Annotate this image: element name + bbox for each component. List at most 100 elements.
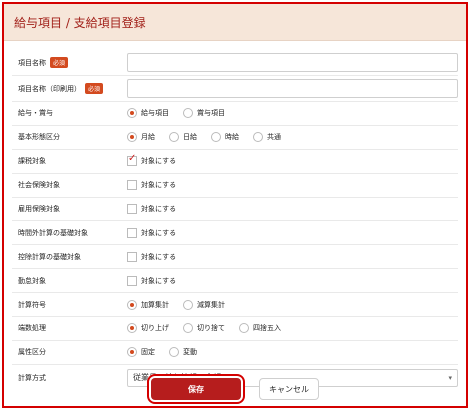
field-label-text: 基本形態区分 <box>18 133 60 142</box>
item-form: 項目名称 必須 項目名称（印刷用） 必須 給与・賞与 給与項目 賞与項目 基本形態区分 月給 日給… <box>12 50 458 391</box>
save-button[interactable]: 保存 <box>151 378 241 400</box>
radio-label: 減算集計 <box>197 300 225 309</box>
field-value: 対象にする <box>127 221 458 244</box>
radio-icon[interactable] <box>239 323 249 334</box>
radio-icon[interactable] <box>183 299 193 310</box>
radio-option[interactable]: 時給 <box>211 132 239 143</box>
radio-icon[interactable] <box>169 347 179 358</box>
field-label-text: 項目名称（印刷用） <box>18 84 81 93</box>
field-value: 月給 日給 時給 共通 <box>127 126 458 149</box>
radio-icon[interactable] <box>127 347 137 358</box>
field-label-text: 課税対象 <box>18 157 46 166</box>
checkbox-label: 対象にする <box>141 252 177 261</box>
radio-option[interactable]: 月給 <box>127 132 155 143</box>
form-row: 時間外計算の基礎対象 対象にする <box>12 220 458 244</box>
radio-icon[interactable] <box>253 132 263 143</box>
checkbox-icon[interactable] <box>127 251 137 262</box>
field-value <box>127 76 458 101</box>
form-row: 給与・賞与 給与項目 賞与項目 <box>12 101 458 125</box>
form-actions: 保存 キャンセル <box>4 378 466 400</box>
field-label: 課税対象 <box>12 150 122 173</box>
checkbox-option[interactable]: 対象にする <box>127 204 176 214</box>
radio-option[interactable]: 変動 <box>169 347 197 358</box>
radio-option[interactable]: 減算集計 <box>183 299 225 310</box>
field-label: 項目名称（印刷用） 必須 <box>12 76 122 101</box>
radio-icon[interactable] <box>127 132 137 143</box>
radio-label: 賞与項目 <box>197 109 225 118</box>
field-label-text: 控除計算の基礎対象 <box>18 252 81 261</box>
page-header: 給与項目 / 支給項目登録 <box>4 4 466 41</box>
form-row: 控除計算の基礎対象 対象にする <box>12 244 458 268</box>
checkbox-option[interactable]: 対象にする <box>127 153 176 167</box>
text-input[interactable] <box>127 79 458 98</box>
radio-option[interactable]: 四捨五入 <box>239 323 281 334</box>
field-label: 控除計算の基礎対象 <box>12 245 122 268</box>
radio-icon[interactable] <box>127 108 137 119</box>
form-row: 項目名称 必須 <box>12 50 458 75</box>
field-label-text: 時間外計算の基礎対象 <box>18 228 88 237</box>
checkbox-option[interactable]: 対象にする <box>127 251 177 262</box>
field-value: 切り上げ 切り捨て 四捨五入 <box>127 317 458 340</box>
field-label-text: 勤怠対象 <box>18 276 46 285</box>
field-label: 雇用保険対象 <box>12 198 122 221</box>
required-badge: 必須 <box>85 83 104 94</box>
field-value <box>127 50 458 75</box>
form-row: 計算符号 加算集計 減算集計 <box>12 292 458 316</box>
field-label-text: 雇用保険対象 <box>18 205 60 213</box>
required-badge: 必須 <box>50 57 69 68</box>
radio-icon[interactable] <box>169 132 179 143</box>
checkbox-option[interactable]: 対象にする <box>127 275 177 286</box>
checkbox-icon[interactable] <box>127 204 137 214</box>
radio-icon[interactable] <box>183 323 193 334</box>
radio-option[interactable]: 給与項目 <box>127 108 169 119</box>
cancel-button[interactable]: キャンセル <box>259 378 319 400</box>
field-label-text: 社会保険対象 <box>18 181 60 190</box>
form-row: 社会保険対象 対象にする <box>12 172 458 197</box>
field-value: 対象にする <box>127 174 458 197</box>
radio-label: 時給 <box>225 133 239 142</box>
form-row: 基本形態区分 月給 日給 時給 共通 <box>12 124 458 149</box>
field-value: 固定 変動 <box>127 341 458 364</box>
text-input[interactable] <box>127 53 458 72</box>
radio-icon[interactable] <box>183 108 193 119</box>
radio-label: 給与項目 <box>141 109 169 118</box>
radio-label: 共通 <box>267 133 281 142</box>
checkbox-option[interactable]: 対象にする <box>127 227 176 238</box>
radio-label: 切り捨て <box>197 324 225 333</box>
radio-option[interactable]: 日給 <box>169 132 197 143</box>
radio-option[interactable]: 加算集計 <box>127 299 169 310</box>
form-row: 端数処理 切り上げ 切り捨て 四捨五入 <box>12 316 458 340</box>
form-row: 雇用保険対象 対象にする <box>12 196 458 221</box>
checkbox-label: 対象にする <box>141 205 177 213</box>
checkbox-option[interactable]: 対象にする <box>127 180 177 191</box>
radio-option[interactable]: 賞与項目 <box>183 108 225 119</box>
radio-label: 日給 <box>183 133 197 142</box>
form-frame: 給与項目 / 支給項目登録 項目名称 必須 項目名称（印刷用） 必須 給与・賞与 給与項目… <box>2 2 468 408</box>
field-label: 項目名称 必須 <box>12 50 122 75</box>
radio-option[interactable]: 固定 <box>127 347 155 358</box>
field-label: 勤怠対象 <box>12 269 122 292</box>
radio-option[interactable]: 切り上げ <box>127 323 169 334</box>
field-label: 時間外計算の基礎対象 <box>12 221 122 244</box>
field-label-text: 計算符号 <box>18 300 46 309</box>
checkbox-icon[interactable] <box>127 275 137 286</box>
checkbox-icon[interactable] <box>127 180 137 191</box>
checkbox-icon[interactable] <box>127 227 137 238</box>
radio-icon[interactable] <box>127 323 137 334</box>
radio-option[interactable]: 共通 <box>253 132 281 143</box>
field-value: 対象にする <box>127 245 458 268</box>
checkbox-icon[interactable] <box>127 153 137 167</box>
field-label: 社会保険対象 <box>12 174 122 197</box>
field-label: 属性区分 <box>12 341 122 364</box>
field-label: 端数処理 <box>12 317 122 340</box>
radio-label: 変動 <box>183 348 197 357</box>
radio-option[interactable]: 切り捨て <box>183 323 225 334</box>
field-label: 計算符号 <box>12 293 122 316</box>
field-value: 対象にする <box>127 150 458 173</box>
checkbox-label: 対象にする <box>141 181 177 190</box>
radio-icon[interactable] <box>211 132 221 143</box>
checkbox-label: 対象にする <box>141 276 177 285</box>
radio-label: 固定 <box>141 348 155 357</box>
radio-icon[interactable] <box>127 299 137 310</box>
radio-label: 加算集計 <box>141 300 169 309</box>
